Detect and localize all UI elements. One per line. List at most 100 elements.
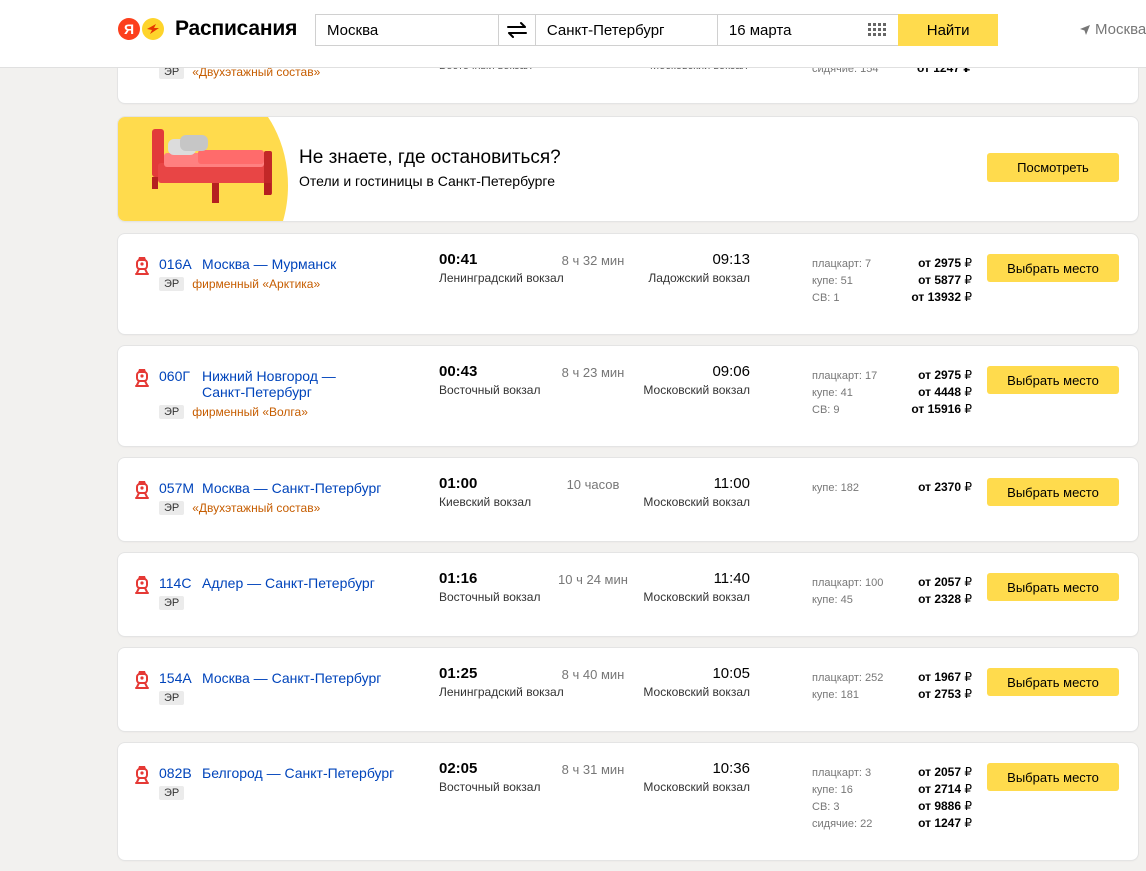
trip-duration: 8 ч 32 мин (561, 253, 625, 268)
train-number[interactable]: 154А (159, 670, 192, 686)
train-icon (135, 670, 149, 695)
train-number[interactable]: 114С (159, 575, 191, 591)
from-input[interactable] (316, 15, 498, 45)
price-line[interactable]: от 1967 ₽ (918, 669, 972, 686)
class-seats: купе: 45 (812, 594, 853, 606)
prices: от 2975 ₽ от 4448 ₽ от 15916 ₽ (911, 367, 972, 418)
date-field[interactable] (717, 15, 898, 45)
class-seats: сидячие: 22 (812, 818, 873, 830)
class-seats: купе: 41 (812, 387, 853, 399)
logo[interactable]: Я Расписания (118, 16, 297, 42)
class-seats: плацкарт: 3 (812, 767, 872, 779)
price: от 2975 (918, 368, 962, 382)
choose-seat-button[interactable]: Выбрать место (987, 573, 1119, 601)
train-card: 016А Москва — Мурманск ЭР фирменный «Арктик… (118, 234, 1138, 334)
train-card: 114С Адлер — Санкт-Петербург ЭР 01:16 Восточ… (118, 553, 1138, 636)
price-line[interactable]: от 2714 ₽ (918, 781, 972, 798)
departure-time: 02:05 (439, 760, 478, 777)
er-badge: ЭР (159, 786, 185, 800)
train-brand: фирменный «Арктика» (192, 277, 321, 291)
price-line[interactable]: от 4448 ₽ (911, 384, 972, 401)
prices: от 2370 ₽ (918, 479, 972, 496)
price: от 1247 (918, 816, 962, 830)
train-route[interactable]: Москва — Санкт-Петербург (202, 480, 381, 496)
price-line[interactable]: от 2975 ₽ (911, 367, 972, 384)
swap-button[interactable] (498, 15, 536, 45)
price-line[interactable]: от 13932 ₽ (911, 289, 972, 306)
arrival-time: 11:00 (713, 475, 750, 492)
er-badge: ЭР (159, 691, 185, 705)
departure-station: Восточный вокзал (439, 780, 541, 794)
view-hotels-button[interactable]: Посмотреть (987, 153, 1119, 182)
class-seats: купе: 182 (812, 482, 859, 494)
train-number[interactable]: 016А (159, 256, 192, 272)
currency-symbol: ₽ (964, 670, 972, 684)
geo-location[interactable]: Москва (1080, 21, 1146, 38)
train-brand: «Двухэтажный состав» (192, 501, 321, 515)
train-number[interactable]: 060Г (159, 368, 190, 384)
to-input[interactable] (535, 15, 718, 45)
currency-symbol: ₽ (964, 385, 972, 399)
calendar-icon[interactable] (868, 23, 887, 37)
find-button[interactable]: Найти (898, 14, 998, 46)
train-icon (135, 480, 149, 505)
price-line[interactable]: от 15916 ₽ (911, 401, 972, 418)
yandex-logo-icon: Я (118, 18, 140, 40)
arrival-time: 10:05 (712, 665, 750, 682)
prices: от 1967 ₽ от 2753 ₽ (918, 669, 972, 703)
departure-time: 00:43 (439, 363, 478, 380)
price: от 2057 (918, 575, 962, 589)
price-line[interactable]: от 9886 ₽ (918, 798, 972, 815)
currency-symbol: ₽ (964, 799, 972, 813)
logo-title: Расписания (175, 17, 298, 40)
choose-seat-button[interactable]: Выбрать место (987, 254, 1119, 282)
trip-duration: 8 ч 31 мин (561, 762, 625, 777)
train-number[interactable]: 082В (159, 765, 192, 781)
train-route[interactable]: Москва — Санкт-Петербург (202, 670, 381, 686)
price-line[interactable]: от 2370 ₽ (918, 479, 972, 496)
train-number[interactable]: 057М (159, 480, 194, 496)
prices: от 2975 ₽ от 5877 ₽ от 13932 ₽ (911, 255, 972, 306)
price-line[interactable]: от 2753 ₽ (918, 686, 972, 703)
prices: от 2057 ₽ от 2328 ₽ (918, 574, 972, 608)
seat-classes: плацкарт: 17 купе: 41 СВ: 9 (812, 368, 877, 419)
arrival-time: 09:06 (712, 363, 750, 380)
train-route[interactable]: Белгород — Санкт-Петербург (202, 765, 394, 781)
train-route[interactable]: Адлер — Санкт-Петербург (202, 575, 375, 591)
schedule-logo-icon (142, 18, 164, 40)
price-line[interactable]: от 1247 ₽ (918, 815, 972, 832)
currency-symbol: ₽ (964, 290, 972, 304)
price: от 2714 (918, 782, 962, 796)
class-seats: СВ: 9 (812, 404, 840, 416)
class-seats: купе: 51 (812, 275, 853, 287)
price-line[interactable]: от 2975 ₽ (911, 255, 972, 272)
er-badge: ЭР (159, 596, 185, 610)
choose-seat-button[interactable]: Выбрать место (987, 366, 1119, 394)
class-seats: купе: 181 (812, 689, 859, 701)
currency-symbol: ₽ (964, 368, 972, 382)
train-card: 082В Белгород — Санкт-Петербург ЭР 02:05 Вос… (118, 743, 1138, 860)
departure-time: 01:25 (439, 665, 478, 682)
choose-seat-button[interactable]: Выбрать место (987, 763, 1119, 791)
banner-subtitle: Отели и гостиницы в Санкт-Петербурге (299, 173, 555, 189)
departure-station: Восточный вокзал (439, 383, 541, 397)
choose-seat-button[interactable]: Выбрать место (987, 668, 1119, 696)
price: от 13932 (911, 290, 962, 304)
price: от 2753 (918, 687, 962, 701)
date-input[interactable] (717, 15, 858, 45)
price-line[interactable]: от 2057 ₽ (918, 574, 972, 591)
departure-time: 01:16 (439, 570, 478, 587)
currency-symbol: ₽ (964, 687, 972, 701)
price-line[interactable]: от 2328 ₽ (918, 591, 972, 608)
price-line[interactable]: от 5877 ₽ (911, 272, 972, 289)
train-route[interactable]: Москва — Мурманск (202, 256, 336, 272)
price: от 2370 (918, 480, 962, 494)
choose-seat-button[interactable]: Выбрать место (987, 478, 1119, 506)
price-line[interactable]: от 2057 ₽ (918, 764, 972, 781)
currency-symbol: ₽ (964, 592, 972, 606)
arrival-station: Московский вокзал (643, 383, 750, 397)
trip-duration: 10 ч 24 мин (558, 572, 628, 587)
price: от 2328 (918, 592, 962, 606)
currency-symbol: ₽ (964, 256, 972, 270)
train-route[interactable]: Нижний Новгород — Санкт-Петербург (202, 368, 382, 400)
